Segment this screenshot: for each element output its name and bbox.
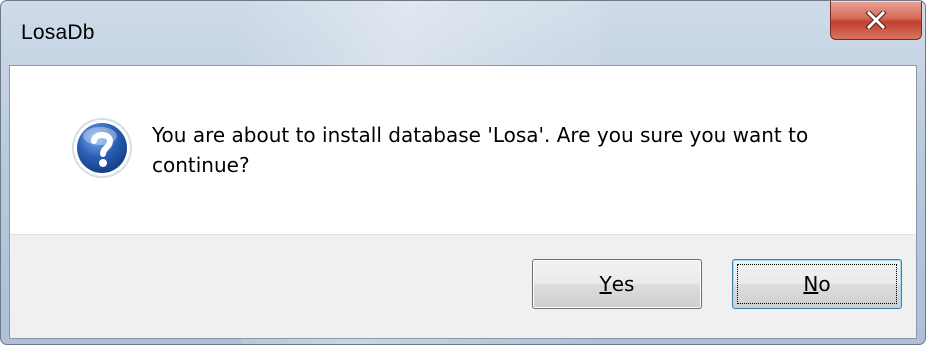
title-bar[interactable]: LosaDb xyxy=(1,1,925,65)
yes-button[interactable]: Yes xyxy=(532,259,702,309)
dialog-message: You are about to install database 'Losa'… xyxy=(152,123,809,177)
window-title: LosaDb xyxy=(21,21,95,44)
yes-label-rest: es xyxy=(611,272,635,296)
message-area: You are about to install database 'Losa'… xyxy=(10,66,916,234)
no-label-rest: o xyxy=(818,272,831,296)
dialog-window: LosaDb You are about to install database… xyxy=(0,0,926,345)
question-icon xyxy=(70,116,134,180)
close-button[interactable] xyxy=(830,1,922,40)
no-accelerator: N xyxy=(803,272,819,296)
no-button[interactable]: No xyxy=(732,259,902,309)
dialog-client-area: You are about to install database 'Losa'… xyxy=(9,65,917,339)
close-icon xyxy=(865,11,887,29)
button-strip: Yes No xyxy=(10,234,916,338)
yes-accelerator: Y xyxy=(599,272,612,296)
